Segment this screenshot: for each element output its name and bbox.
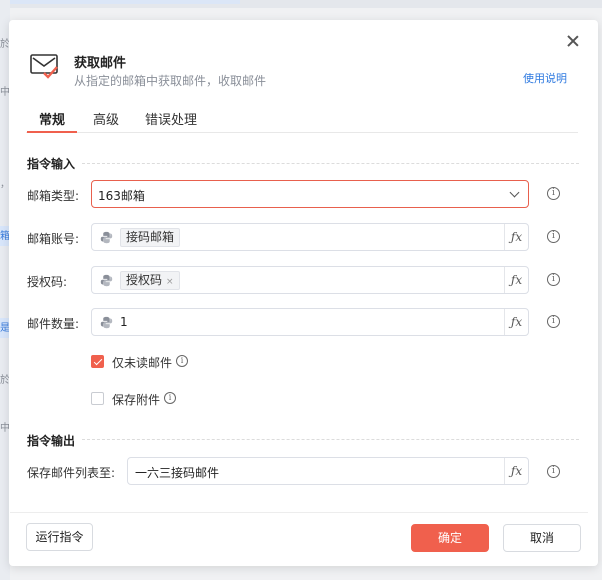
- background-text: 中: [0, 423, 10, 434]
- auth-code-input[interactable]: 授权码 × ƒx: [91, 266, 529, 294]
- dialog-title: 获取邮件: [74, 56, 127, 71]
- variable-tag[interactable]: 授权码 ×: [120, 271, 180, 290]
- python-icon: [100, 274, 113, 287]
- footer-divider: [10, 512, 588, 513]
- save-attachments-checkbox[interactable]: [91, 392, 104, 405]
- run-command-button[interactable]: 运行指令: [26, 523, 93, 551]
- fx-button[interactable]: ƒx: [504, 458, 528, 484]
- info-icon[interactable]: i: [547, 315, 560, 328]
- unread-only-label[interactable]: 仅未读邮件: [112, 354, 172, 371]
- fx-button[interactable]: ƒx: [504, 224, 528, 250]
- background-text: ，: [0, 179, 10, 190]
- background-text: 箱: [0, 231, 10, 242]
- variable-tag-label: 授权码: [126, 273, 163, 287]
- save-list-label: 保存邮件列表至:: [27, 466, 116, 480]
- info-icon[interactable]: i: [547, 187, 560, 200]
- help-link[interactable]: 使用说明: [523, 70, 567, 86]
- background-text: 於: [0, 39, 10, 50]
- unread-only-checkbox[interactable]: [91, 355, 104, 368]
- auth-code-label: 授权码:: [27, 275, 68, 289]
- variable-tag-label: 接码邮箱: [126, 230, 175, 244]
- tab-advanced[interactable]: 高级: [93, 109, 119, 128]
- cancel-button[interactable]: 取消: [503, 524, 581, 552]
- tabs-divider: [26, 132, 578, 133]
- save-attachments-label[interactable]: 保存附件: [112, 391, 160, 408]
- info-icon[interactable]: i: [547, 273, 560, 286]
- ok-button[interactable]: 确定: [411, 524, 489, 552]
- background-text: 於: [0, 375, 10, 386]
- account-label: 邮箱账号:: [27, 232, 80, 246]
- python-icon: [100, 231, 113, 244]
- mail-type-select[interactable]: 163邮箱: [91, 180, 529, 208]
- background-text: 是: [0, 323, 10, 334]
- tab-general[interactable]: 常规: [39, 109, 65, 128]
- save-list-value: 一六三接码邮件: [135, 466, 220, 480]
- output-section-divider: [82, 439, 579, 440]
- info-icon[interactable]: i: [176, 355, 188, 367]
- tab-error-handling[interactable]: 错误处理: [145, 109, 197, 128]
- dialog-subtitle: 从指定的邮箱中获取邮件，收取邮件: [74, 74, 267, 88]
- mail-icon: [30, 54, 58, 79]
- info-icon[interactable]: i: [547, 465, 560, 478]
- mail-count-value: 1: [120, 315, 128, 329]
- python-icon: [100, 316, 113, 329]
- active-tab-indicator: [27, 131, 77, 133]
- chevron-down-icon: [509, 187, 520, 198]
- save-list-input[interactable]: 一六三接码邮件 ƒx: [127, 457, 529, 485]
- mail-type-label: 邮箱类型:: [27, 189, 80, 203]
- mail-count-input[interactable]: 1 ƒx: [91, 308, 529, 336]
- background-top-bar: [0, 0, 602, 8]
- close-button[interactable]: [563, 31, 583, 51]
- variable-tag[interactable]: 接码邮箱: [120, 228, 181, 247]
- input-section-divider: [82, 163, 579, 164]
- background-text: 中: [0, 87, 10, 98]
- input-section-title: 指令输入: [27, 157, 76, 171]
- fx-button[interactable]: ƒx: [504, 309, 528, 335]
- info-icon[interactable]: i: [164, 392, 176, 404]
- info-icon[interactable]: i: [547, 230, 560, 243]
- fx-button[interactable]: ƒx: [504, 267, 528, 293]
- mail-type-value: 163邮箱: [98, 189, 145, 203]
- account-input[interactable]: 接码邮箱 ƒx: [91, 223, 529, 251]
- mail-count-label: 邮件数量:: [27, 317, 80, 331]
- tag-remove-icon[interactable]: ×: [166, 277, 174, 287]
- output-section-title: 指令输出: [27, 434, 76, 448]
